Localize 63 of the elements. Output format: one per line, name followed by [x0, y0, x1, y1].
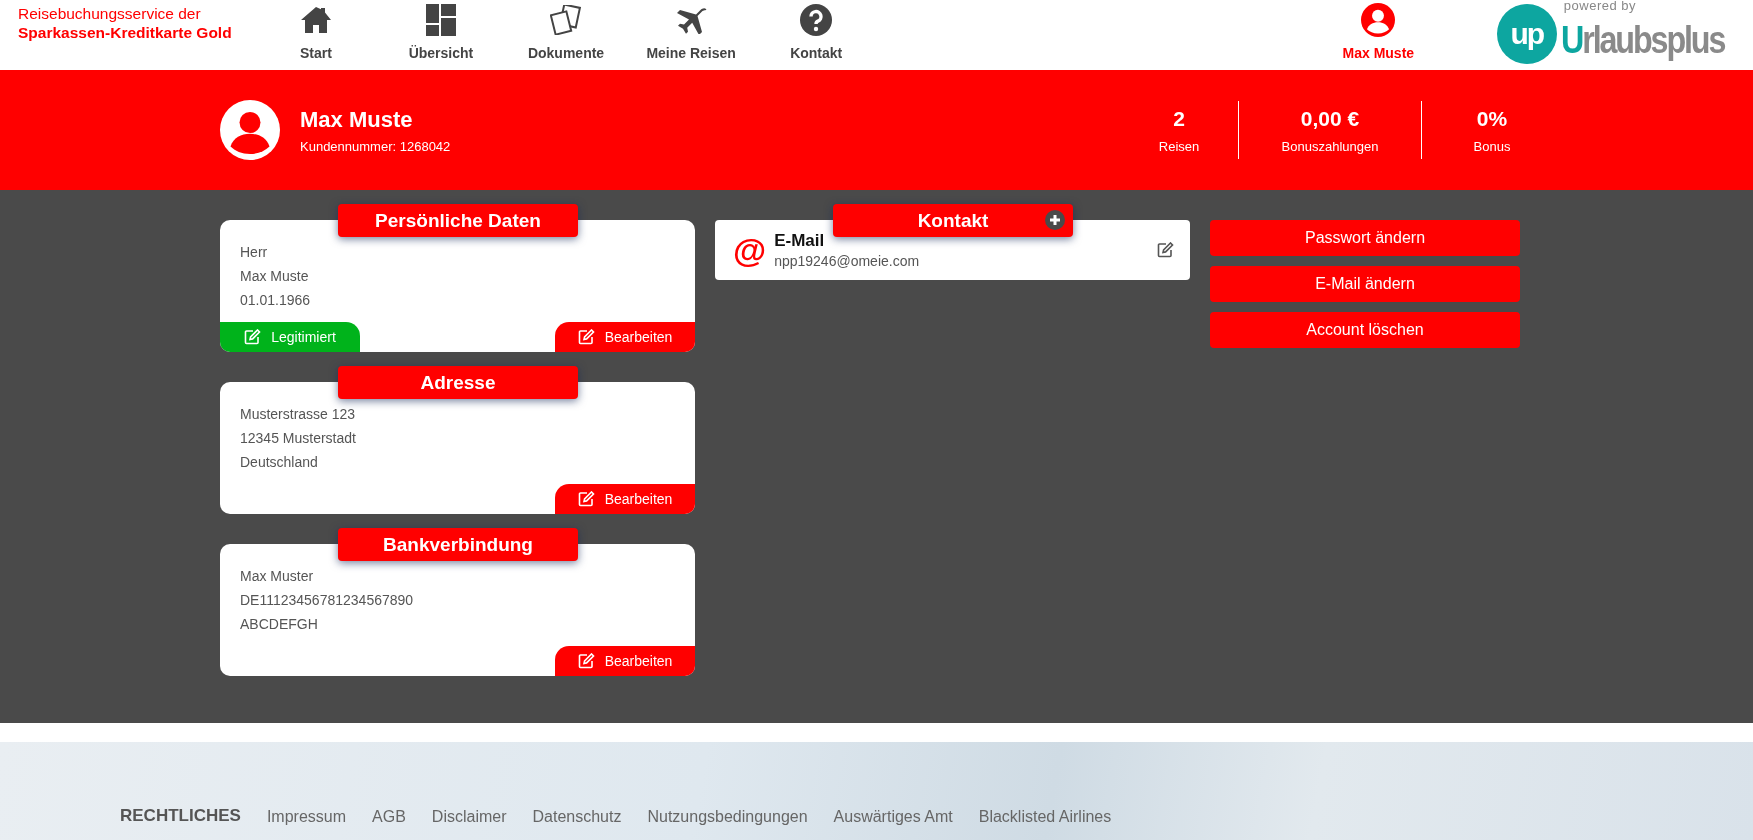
card-text: Musterstrasse 123 [240, 405, 357, 424]
edit-icon [577, 329, 595, 345]
account-button[interactable]: Account löschen [1210, 312, 1520, 348]
documents-icon [550, 5, 583, 35]
help-icon [800, 4, 833, 36]
footer-link[interactable]: AGB [372, 808, 406, 826]
footer-link[interactable]: Blacklisted Airlines [978, 808, 1112, 826]
edit-icon [577, 491, 595, 507]
card-title: Bankverbindung [338, 528, 578, 561]
card-title: Adresse [338, 366, 578, 399]
nav-item[interactable]: Meine Reisen [628, 0, 754, 61]
footer-link[interactable]: Disclaimer [431, 808, 507, 826]
edit-icon [577, 653, 595, 669]
home-icon [299, 6, 332, 34]
edit-icon [244, 329, 262, 345]
card-text: Max Muster [240, 567, 315, 586]
add-icon[interactable] [1045, 210, 1065, 230]
stat-label: Bonus [1473, 138, 1511, 154]
nav-item[interactable]: Übersicht [378, 0, 504, 61]
customer-name: Max Muste [300, 106, 414, 133]
card-title-text: Kontakt [917, 209, 989, 232]
edit-button[interactable]: Bearbeiten [555, 484, 695, 514]
card-text: Deutschland [240, 453, 319, 472]
stat-value: 0% [1476, 106, 1508, 131]
customer-number: Kundennummer: 1268042 [300, 138, 452, 154]
nav-item[interactable]: Start [253, 0, 379, 61]
logo-mark: up [1496, 4, 1557, 64]
nav-item[interactable]: Dokumente [503, 0, 629, 61]
stat-label: Bonuszahlungen [1281, 138, 1379, 154]
stat-value: 2 [1173, 106, 1185, 131]
verified-button[interactable]: Legitimiert [220, 322, 360, 352]
card-text: DE11123456781234567890 [240, 591, 415, 610]
footer-link[interactable]: Auswärtiges Amt [833, 808, 953, 826]
brand-tagline: Reisebuchungsservice der [18, 4, 202, 23]
grid-icon [425, 4, 456, 36]
footer-link[interactable]: Impressum [266, 808, 347, 826]
stat-value: 0,00 € [1300, 106, 1360, 131]
account-button[interactable]: Passwort ändern [1210, 220, 1520, 256]
contact-label: E-Mail [774, 231, 826, 251]
card-title: Persönliche Daten [338, 204, 578, 237]
edit-button[interactable]: Bearbeiten [555, 322, 695, 352]
contact-value: npp19246@omeie.com [774, 253, 921, 269]
stat-label: Reisen [1158, 138, 1200, 154]
edit-button[interactable] [1157, 242, 1174, 258]
email-symbol: @ [733, 233, 767, 267]
edit-button[interactable]: Bearbeiten [555, 646, 695, 676]
footer-link[interactable]: Datenschutz [532, 808, 622, 826]
footer-heading: RECHTLICHES [120, 806, 241, 826]
card-text: 12345 Musterstadt [240, 429, 357, 448]
nav-item[interactable]: Kontakt [753, 0, 879, 61]
logo-wordmark: Urlaubsplus [1560, 18, 1725, 62]
card-text: Max Muste [240, 267, 310, 286]
card-text: 01.01.1966 [240, 291, 312, 310]
avatar-icon [220, 100, 280, 160]
brand-title: Sparkassen-Kreditkarte Gold [18, 23, 233, 42]
account-button[interactable]: E-Mail ändern [1210, 266, 1520, 302]
card-text: Herr [240, 243, 269, 262]
edit-icon [1157, 242, 1174, 258]
user-icon [1361, 3, 1396, 37]
user-menu[interactable]: Max Muste [1315, 0, 1441, 61]
footer-link[interactable]: Nutzungsbedingungen [647, 808, 808, 826]
card-text: ABCDEFGH [240, 615, 319, 634]
logo-tagline: powered by [1563, 0, 1637, 13]
